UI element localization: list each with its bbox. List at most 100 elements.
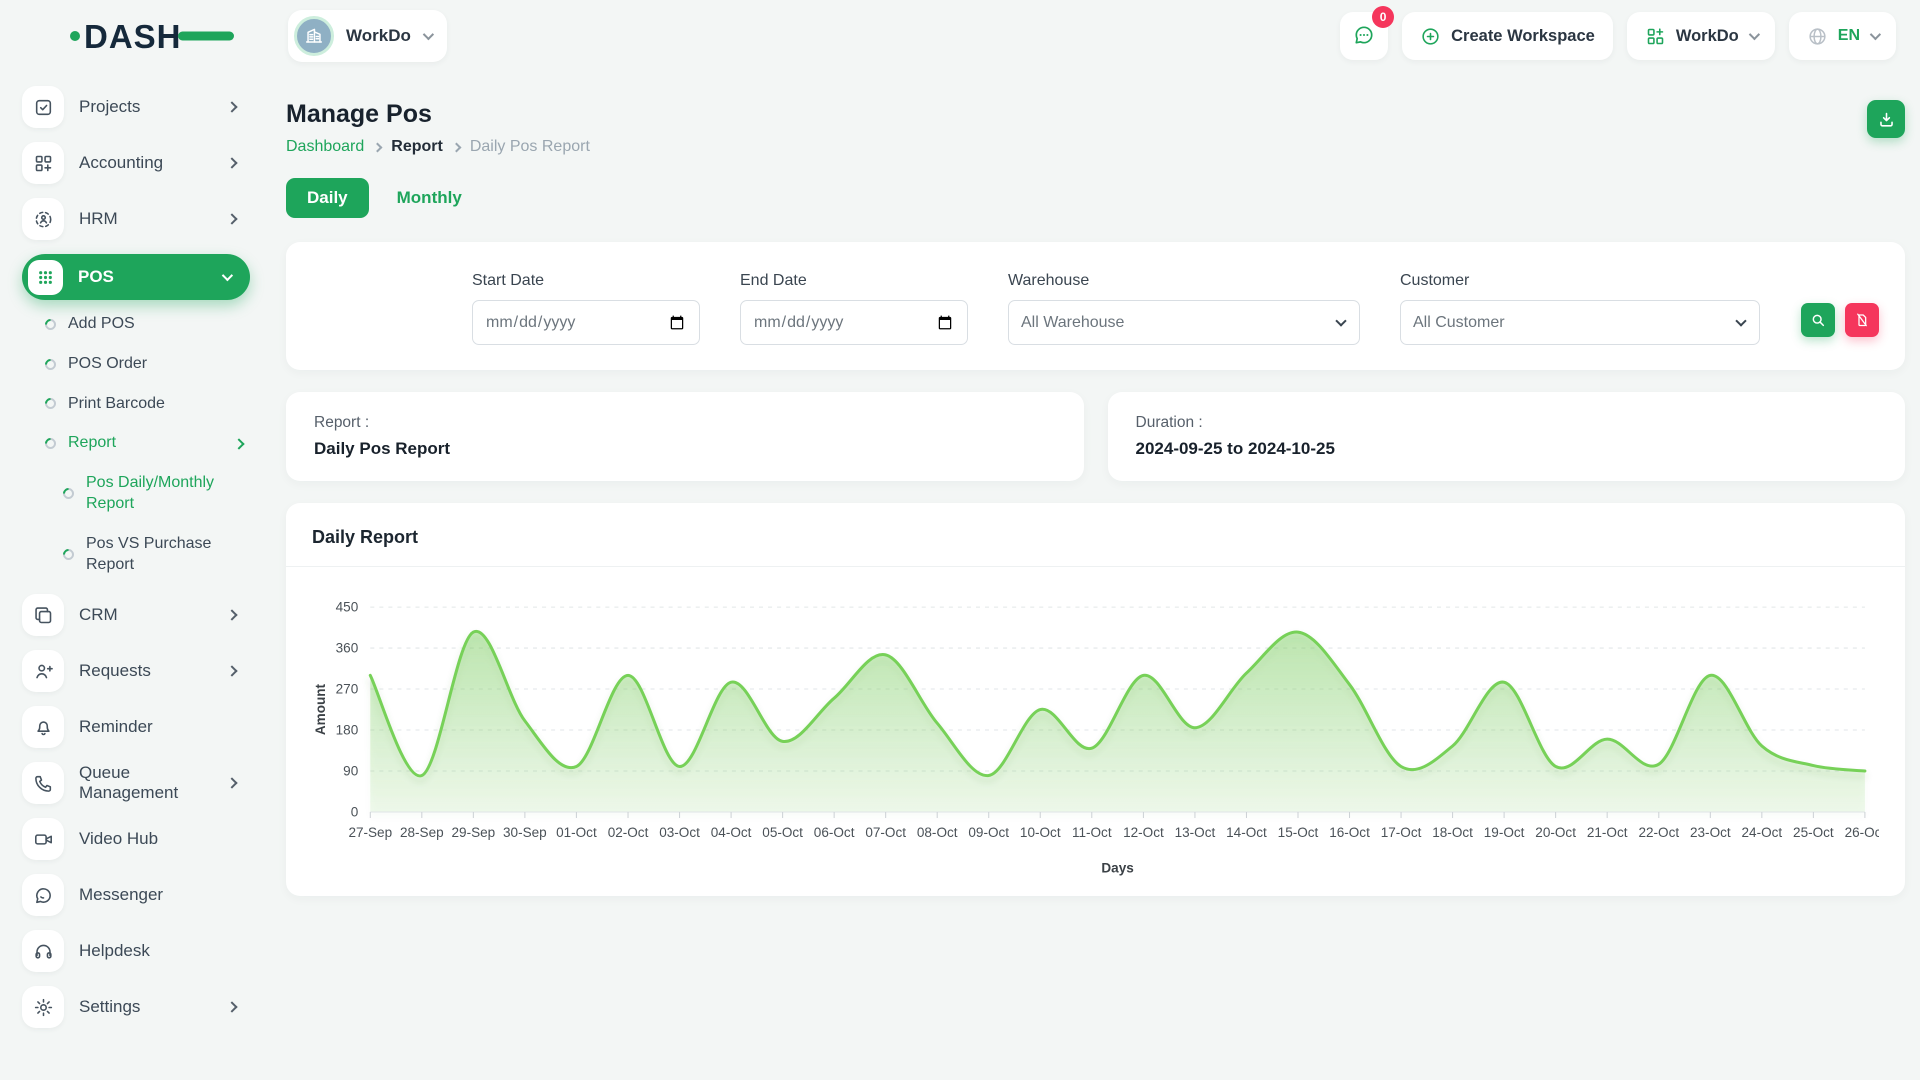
sidebar-item-label: Accounting <box>79 153 163 173</box>
start-date-input[interactable] <box>472 300 700 345</box>
svg-text:27-Sep: 27-Sep <box>348 825 392 840</box>
svg-text:01-Oct: 01-Oct <box>556 825 597 840</box>
sidebar-item-label: Reminder <box>79 717 153 737</box>
sidebar-subitem-label: Report <box>68 433 116 454</box>
svg-text:270: 270 <box>336 682 359 697</box>
search-icon <box>1810 312 1826 328</box>
daily-report-area-chart[interactable]: 09018027036045027-Sep28-Sep29-Sep30-Sep0… <box>286 567 1905 896</box>
sidebar-subitem-report[interactable]: Report <box>45 433 245 454</box>
sidebar-subitem-label: Pos VS Purchase Report <box>86 534 236 576</box>
reset-button[interactable] <box>1845 303 1879 337</box>
breadcrumb-dashboard-link[interactable]: Dashboard <box>286 138 364 156</box>
chat-bubble-icon <box>1352 23 1376 50</box>
sidebar-item-accounting[interactable]: Accounting <box>22 142 250 184</box>
svg-text:30-Sep: 30-Sep <box>503 825 547 840</box>
create-workspace-button[interactable]: Create Workspace <box>1402 12 1613 60</box>
sidebar-submenu: Add POS POS Order Print Barcode Report Pos D… <box>45 314 270 575</box>
queue-icon <box>22 762 64 804</box>
workspace-avatar-building-icon <box>294 16 334 56</box>
page-title: Manage Pos <box>286 100 590 129</box>
messages-button[interactable]: 0 <box>1340 12 1388 60</box>
svg-text:05-Oct: 05-Oct <box>762 825 803 840</box>
svg-text:04-Oct: 04-Oct <box>711 825 752 840</box>
workspace-switcher[interactable]: WorkDo <box>288 10 447 62</box>
chevron-right-icon <box>451 142 461 152</box>
sidebar-subitem-pos-vs-purchase-report[interactable]: Pos VS Purchase Report <box>63 534 248 576</box>
sidebar-item-reminder[interactable]: Reminder <box>22 706 250 748</box>
svg-text:28-Sep: 28-Sep <box>400 825 444 840</box>
svg-text:0: 0 <box>351 805 359 820</box>
breadcrumb: Dashboard Report Daily Pos Report <box>286 138 590 156</box>
svg-text:12-Oct: 12-Oct <box>1123 825 1164 840</box>
end-date-label: End Date <box>740 272 968 290</box>
sidebar-item-pos[interactable]: POS <box>22 254 250 300</box>
sidebar-item-queue-management[interactable]: Queue Management <box>22 762 250 804</box>
svg-text:25-Oct: 25-Oct <box>1793 825 1834 840</box>
svg-text:13-Oct: 13-Oct <box>1175 825 1216 840</box>
svg-text:09-Oct: 09-Oct <box>968 825 1009 840</box>
duration-label: Duration : <box>1136 414 1878 432</box>
bullet-icon <box>61 486 77 502</box>
svg-text:22-Oct: 22-Oct <box>1638 825 1679 840</box>
sidebar-subitem-add-pos[interactable]: Add POS <box>45 314 245 335</box>
plus-circle-icon <box>1420 26 1441 47</box>
breadcrumb-report[interactable]: Report <box>391 138 443 156</box>
report-value: Daily Pos Report <box>314 439 1056 459</box>
svg-text:Amount: Amount <box>313 683 328 735</box>
sidebar-item-hrm[interactable]: HRM <box>22 198 250 240</box>
search-button[interactable] <box>1801 303 1835 337</box>
tab-monthly[interactable]: Monthly <box>383 178 476 218</box>
sidebar-subitem-label: Add POS <box>68 314 135 335</box>
sidebar-subitem-print-barcode[interactable]: Print Barcode <box>45 394 245 415</box>
main-content: Manage Pos Dashboard Report Daily Pos Re… <box>270 72 1920 896</box>
svg-text:15-Oct: 15-Oct <box>1278 825 1319 840</box>
brand-logo[interactable]: DASH <box>0 20 270 53</box>
crm-icon <box>22 594 64 636</box>
download-icon <box>1877 110 1896 129</box>
top-bar: DASH WorkDo 0 Create Workspace WorkDo <box>0 0 1920 72</box>
report-summary-card: Report : Daily Pos Report <box>286 392 1084 481</box>
svg-text:360: 360 <box>336 641 359 656</box>
export-button[interactable] <box>1867 100 1905 138</box>
sidebar-item-projects[interactable]: Projects <box>22 86 250 128</box>
warehouse-select[interactable]: All Warehouse <box>1008 300 1360 345</box>
svg-text:18-Oct: 18-Oct <box>1432 825 1473 840</box>
sidebar-item-label: Requests <box>79 661 151 681</box>
chevron-right-icon <box>226 101 237 112</box>
tab-daily[interactable]: Daily <box>286 178 369 218</box>
end-date-input[interactable] <box>740 300 968 345</box>
reset-icon <box>1854 312 1870 328</box>
svg-text:Days: Days <box>1101 860 1133 875</box>
sidebar-item-crm[interactable]: CRM <box>22 594 250 636</box>
sidebar-item-settings[interactable]: Settings <box>22 986 250 1028</box>
sidebar-subitem-pos-order[interactable]: POS Order <box>45 354 245 375</box>
sidebar-item-requests[interactable]: Requests <box>22 650 250 692</box>
svg-text:17-Oct: 17-Oct <box>1381 825 1422 840</box>
sidebar-item-messenger[interactable]: Messenger <box>22 874 250 916</box>
app-menu-label: WorkDo <box>1676 27 1739 46</box>
svg-text:26-Oct: 26-Oct <box>1845 825 1879 840</box>
sidebar-item-video-hub[interactable]: Video Hub <box>22 818 250 860</box>
chevron-down-icon <box>423 29 434 40</box>
language-selector[interactable]: EN <box>1789 12 1896 60</box>
svg-text:14-Oct: 14-Oct <box>1226 825 1267 840</box>
globe-icon <box>1807 26 1828 47</box>
messenger-icon <box>22 874 64 916</box>
bullet-icon <box>43 356 59 372</box>
hrm-icon <box>22 198 64 240</box>
app-menu-button[interactable]: WorkDo <box>1627 12 1775 60</box>
messages-badge: 0 <box>1372 6 1394 28</box>
sidebar-item-label: CRM <box>79 605 118 625</box>
chevron-down-icon <box>1870 29 1881 40</box>
projects-icon <box>22 86 64 128</box>
grid-plus-icon <box>1645 26 1666 47</box>
customer-select[interactable]: All Customer <box>1400 300 1760 345</box>
sidebar-subitem-pos-daily-monthly-report[interactable]: Pos Daily/Monthly Report <box>63 473 248 515</box>
warehouse-label: Warehouse <box>1008 272 1360 290</box>
svg-text:20-Oct: 20-Oct <box>1535 825 1576 840</box>
bullet-icon <box>61 547 77 563</box>
brand-name: DASH <box>84 20 182 53</box>
chevron-right-icon <box>226 1002 237 1013</box>
bullet-icon <box>43 396 59 412</box>
sidebar-item-helpdesk[interactable]: Helpdesk <box>22 930 250 972</box>
